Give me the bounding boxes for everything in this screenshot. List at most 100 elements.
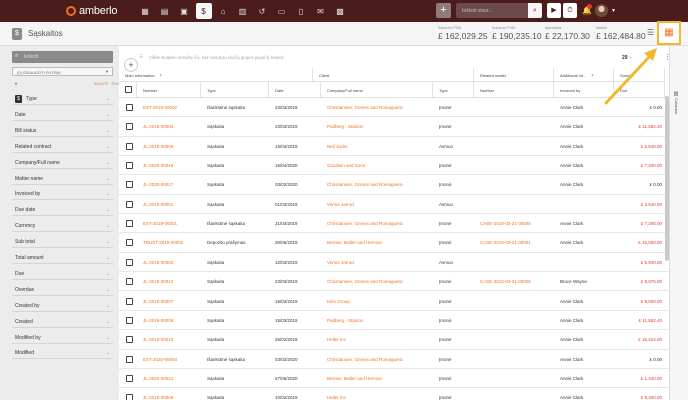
notifications-bell-icon[interactable]: 🔔 xyxy=(582,4,592,15)
cell-number[interactable]: JL-2019-00005 xyxy=(137,311,201,330)
cell-company[interactable]: Bernier, Muller and Herman xyxy=(321,233,433,252)
cell-matter[interactable]: CASE-2019-03-21-00008 xyxy=(474,214,554,233)
row-checkbox[interactable] xyxy=(126,374,133,382)
cell-number[interactable]: JL-2019-00007 xyxy=(137,292,201,311)
filter-total-amount[interactable]: Total amount ⌄ xyxy=(12,252,113,264)
filter-company-full-name[interactable]: Company/Full name ⌄ xyxy=(12,157,113,169)
group-header-matter[interactable]: Related matter xyxy=(474,68,554,82)
columns-tab[interactable]: ▥ Columns xyxy=(673,91,679,114)
cell-number[interactable]: EST-2019-00002 xyxy=(137,98,201,117)
filter-invoiced-by[interactable]: Invoiced by ⌄ xyxy=(12,188,113,201)
bank-icon[interactable]: ⌂ xyxy=(215,3,231,19)
table-row[interactable]: TRUST-2019-00002 Depozito prašymas 30/05/2… xyxy=(119,233,669,253)
row-checkbox[interactable] xyxy=(126,181,133,189)
cell-company[interactable]: Heller Inc xyxy=(321,388,433,400)
cell-number[interactable]: EST-2019-00001 xyxy=(137,214,201,233)
group-drop-zone[interactable]: ☰ Vilkite stulpelio antraštę čia, kad nu… xyxy=(139,54,283,60)
table-row[interactable]: JL-2019-00005 Sąskaita 15/03/2019 Padberg -… xyxy=(119,310,669,331)
cell-matter[interactable] xyxy=(474,137,554,156)
table-row[interactable]: EST-2019-00001 Išankstinė sąskaita 21/03/2… xyxy=(119,214,669,234)
cell-number[interactable]: JL-2019-00002 xyxy=(137,253,201,272)
column-number[interactable]: Number xyxy=(137,82,201,98)
cell-company[interactable]: Vernie Jarrod xyxy=(321,253,433,272)
saved-filters-select[interactable]: (0) IŠSAUGOTI FILTRAI ▼ xyxy=(12,67,113,76)
cell-matter[interactable]: CASE-2019-03-21-00008 xyxy=(474,272,554,291)
cell-matter[interactable] xyxy=(474,175,554,194)
filter-due-date[interactable]: Due date ⌄ xyxy=(12,204,113,217)
row-checkbox[interactable] xyxy=(126,278,133,286)
row-checkbox[interactable] xyxy=(126,220,133,228)
row-checkbox[interactable] xyxy=(126,104,133,111)
cell-matter[interactable] xyxy=(474,369,554,388)
cell-number[interactable]: JL-2020-00019 xyxy=(137,156,201,175)
cell-number[interactable]: JL-2019-00010 xyxy=(137,330,201,349)
cell-company[interactable]: Goodwin and Sons xyxy=(321,156,433,175)
cell-number[interactable]: JL-2019-00009 xyxy=(137,388,201,400)
chevron-right-icon[interactable]: › xyxy=(160,73,162,79)
mail-icon[interactable]: ✉ xyxy=(313,3,329,19)
cell-matter[interactable] xyxy=(474,292,554,311)
group-header-client[interactable]: Client xyxy=(313,68,474,82)
filter-created-by[interactable]: Created by ⌄ xyxy=(12,300,113,312)
cell-company[interactable]: Vernie Jarrod xyxy=(321,195,433,214)
cell-matter[interactable] xyxy=(474,117,554,136)
folder-icon[interactable]: ▭ xyxy=(274,3,290,19)
table-row[interactable]: JL-2019-00002 Sąskaita 12/03/2019 Vernie Ja… xyxy=(119,252,669,273)
cell-company[interactable]: Christiansen, Grimes and Romaguera xyxy=(321,350,433,369)
history-icon[interactable]: ↺ xyxy=(254,3,270,19)
column-company[interactable]: Company/Full name xyxy=(321,82,433,98)
cell-company[interactable]: Christiansen, Grimes and Romaguera xyxy=(321,272,433,291)
cell-company[interactable]: Padberg - Stanton xyxy=(321,117,433,136)
filter-due[interactable]: Due ⌄ xyxy=(12,268,113,280)
table-row[interactable]: EST-2019-00002 Išankstinė sąskaita 23/03/2… xyxy=(119,98,669,118)
cell-company[interactable]: Heller Inc xyxy=(321,330,433,349)
reports-icon[interactable]: ▩ xyxy=(332,3,348,19)
user-avatar[interactable] xyxy=(595,4,608,17)
grid-view-button[interactable]: ▦ xyxy=(657,21,681,45)
row-checkbox[interactable] xyxy=(126,297,133,305)
table-row[interactable]: JL-2019-00004 Sąskaita 23/03/2019 Padberg -… xyxy=(119,117,669,137)
cell-number[interactable]: JL-2020-00017 xyxy=(137,175,201,194)
table-row[interactable]: JL-2019-00012 Sąskaita 23/03/2019 Christian… xyxy=(119,272,669,292)
column-type[interactable]: Type xyxy=(201,82,269,98)
cell-matter[interactable] xyxy=(474,350,554,369)
row-checkbox[interactable] xyxy=(126,200,133,208)
dashboard-icon[interactable]: ▦ xyxy=(137,3,153,19)
row-checkbox[interactable] xyxy=(126,142,133,150)
cell-number[interactable]: JL-2020-00021 xyxy=(137,369,201,388)
table-row[interactable]: JL-2020-00017 Sąskaita 03/02/2020 Christian… xyxy=(119,175,669,195)
table-row[interactable]: JL-2019-00007 Sąskaita 15/03/2019 Kihn Grou… xyxy=(119,291,669,311)
table-row[interactable]: JL-2019-00006 Sąskaita 15/03/2019 Neil Jack… xyxy=(119,136,669,157)
timer-icon[interactable]: ⏱ xyxy=(563,3,577,18)
cell-number[interactable]: JL-2019-00004 xyxy=(137,117,201,136)
group-header-main[interactable]: Main information › xyxy=(119,68,313,82)
cell-matter[interactable]: CASE-2019-03-21-00001 xyxy=(474,233,554,252)
save-filter-link[interactable]: SAUGOTI xyxy=(94,82,108,86)
invoice-icon[interactable]: $ xyxy=(195,3,212,19)
table-row[interactable]: JL-2020-00019 Sąskaita 16/04/2020 Goodwin a… xyxy=(119,156,669,176)
row-checkbox[interactable] xyxy=(126,336,133,344)
cell-number[interactable]: JL-2019-00001 xyxy=(137,195,201,214)
cell-number[interactable]: EST-2020-00004 xyxy=(137,350,201,369)
cell-number[interactable]: TRUST-2019-00002 xyxy=(137,233,201,252)
group-header-sum[interactable]: Summ... xyxy=(614,68,665,82)
cell-company[interactable]: Kihn Group xyxy=(321,292,433,311)
filter-matter-name[interactable]: Matter name ⌄ xyxy=(12,173,113,185)
amberlo-logo[interactable]: amberlo xyxy=(66,4,124,18)
table-row[interactable]: JL-2019-00010 Sąskaita 26/02/2019 Heller In… xyxy=(119,330,669,350)
list-view-icon[interactable]: ☰ xyxy=(647,28,654,37)
cell-matter[interactable] xyxy=(474,330,554,349)
row-checkbox[interactable] xyxy=(126,123,133,131)
cell-matter[interactable] xyxy=(474,156,554,175)
cell-company[interactable]: Bernier, Muller and Herman xyxy=(321,369,433,388)
group-header-additional[interactable]: Additional inf... › xyxy=(554,68,614,82)
row-checkbox[interactable] xyxy=(126,258,133,266)
row-checkbox[interactable] xyxy=(126,239,133,247)
table-row[interactable]: JL-2019-00009 Sąskaita 10/02/2019 Heller In… xyxy=(119,388,669,400)
cell-matter[interactable] xyxy=(474,388,554,400)
row-checkbox[interactable] xyxy=(126,316,133,324)
apps-icon[interactable]: ▤ xyxy=(157,3,173,19)
cell-company[interactable]: Padberg - Stanton xyxy=(321,311,433,330)
filter-currency[interactable]: Currency ⌄ xyxy=(12,220,113,233)
cell-company[interactable]: Neil Jacks xyxy=(321,137,433,156)
